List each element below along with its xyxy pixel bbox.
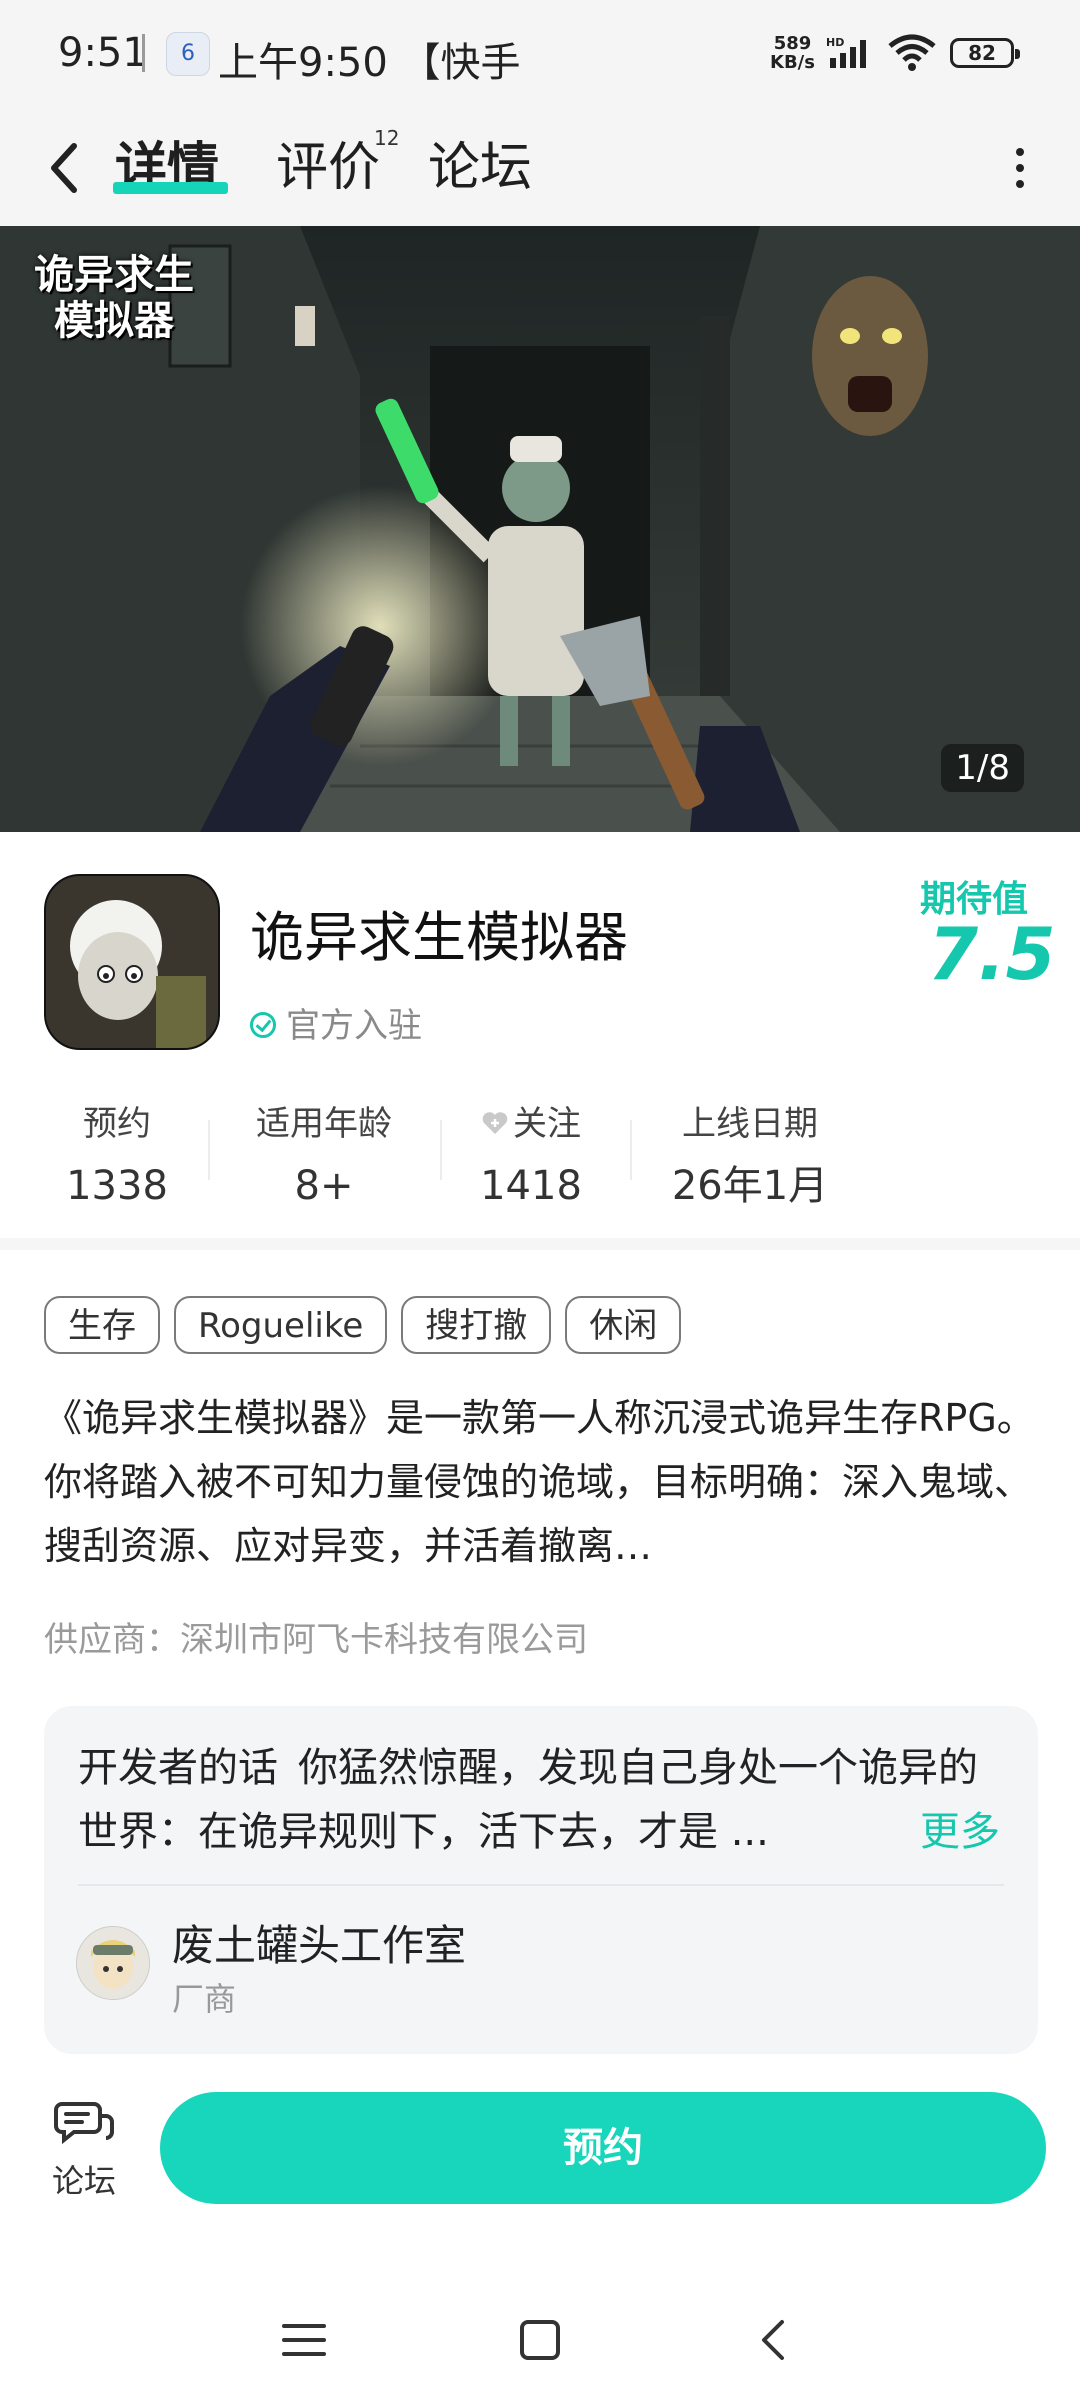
stats-row: 预约 1338 适用年龄 8+ 关注 1418 上线日期 26年1月 xyxy=(0,1098,1080,1208)
more-options-icon[interactable] xyxy=(1000,138,1040,198)
developer-role: 厂商 xyxy=(172,1980,237,2018)
supplier-info: 供应商：深圳市阿飞卡科技有限公司 xyxy=(44,1620,588,1660)
verified-check-icon xyxy=(250,1011,276,1038)
app-icon-art xyxy=(46,876,218,1048)
tab-details[interactable]: 详情 xyxy=(115,128,219,208)
tab-forum[interactable]: 论坛 xyxy=(428,128,532,208)
expect-value: 7.5 xyxy=(928,912,1056,996)
stat-release-date: 上线日期 26年1月 xyxy=(660,1098,840,1208)
stat-reservations: 预约 1338 xyxy=(62,1098,172,1208)
stat-value: 1338 xyxy=(66,1163,168,1208)
stat-value: 26年1月 xyxy=(671,1163,829,1208)
forum-chat-icon xyxy=(54,2102,114,2145)
tab-reviews[interactable]: 评价 xyxy=(276,128,380,208)
stat-followers[interactable]: 关注 1418 xyxy=(466,1098,596,1208)
battery-indicator: 82 xyxy=(950,38,1020,68)
stat-label: 上线日期 xyxy=(682,1104,818,1144)
system-nav-bar xyxy=(0,2290,1080,2400)
active-tab-indicator xyxy=(113,182,228,194)
back-arrow-icon[interactable] xyxy=(40,128,90,208)
app-icon xyxy=(44,874,220,1050)
forum-button[interactable]: 论坛 xyxy=(42,2098,126,2202)
network-speed: 589 KB/s xyxy=(770,33,815,73)
tag[interactable]: Roguelike xyxy=(174,1296,388,1354)
stat-divider xyxy=(440,1120,442,1180)
stat-label: 关注 xyxy=(466,1098,596,1150)
status-separator xyxy=(142,34,145,72)
tag-list: 生存 Roguelike 搜打撤 休闲 xyxy=(44,1296,695,1358)
tag[interactable]: 休闲 xyxy=(565,1296,682,1354)
more-link[interactable]: 更多 xyxy=(910,1800,1000,1864)
stat-divider xyxy=(208,1120,210,1180)
tag[interactable]: 搜打撤 xyxy=(401,1296,552,1354)
svg-text:HD: HD xyxy=(826,36,844,49)
stat-age: 适用年龄 8+ xyxy=(244,1098,404,1208)
section-separator xyxy=(0,1238,1080,1250)
top-nav: 详情 评价 12 论坛 xyxy=(0,108,1080,226)
stat-label: 预约 xyxy=(83,1104,151,1144)
forum-button-label: 论坛 xyxy=(51,2162,116,2200)
stat-label: 适用年龄 xyxy=(256,1104,392,1144)
home-icon[interactable] xyxy=(510,2310,570,2370)
signal-icon: HD xyxy=(826,36,866,68)
game-description[interactable]: 《诡异求生模拟器》是一款第一人称沉浸式诡异生存RPG。你将踏入被不可知力量侵蚀的… xyxy=(44,1386,1040,1578)
developer-message: 开发者的话 你猛然惊醒，发现自己身处一个诡异的世界：在诡异规则下，活下去，才是 .… xyxy=(78,1736,978,1864)
developer-avatar[interactable] xyxy=(76,1926,150,2000)
card-divider xyxy=(78,1884,1004,1886)
notification-text: 上午9:50 【快手 xyxy=(218,40,521,86)
system-back-icon[interactable] xyxy=(744,2310,804,2370)
reserve-button[interactable]: 预约 xyxy=(160,2092,1046,2204)
tab-reviews-count: 12 xyxy=(374,126,400,150)
stat-value: 1418 xyxy=(480,1163,582,1208)
official-badge-label: 官方入驻 xyxy=(286,1006,422,1046)
status-time: 9:51 xyxy=(58,30,148,76)
hero-banner[interactable]: 诡异求生 模拟器 1/8 xyxy=(0,226,1080,832)
notification-app-icon: 6 xyxy=(166,32,210,76)
tag[interactable]: 生存 xyxy=(44,1296,160,1354)
official-badge: 官方入驻 xyxy=(250,1000,422,1052)
developer-message-label: 开发者的话 xyxy=(78,1745,278,1791)
image-counter: 1/8 xyxy=(941,744,1024,792)
stat-divider xyxy=(630,1120,632,1180)
stat-value: 8+ xyxy=(294,1163,354,1208)
developer-avatar-art xyxy=(77,1927,149,1999)
wifi-icon xyxy=(888,34,936,71)
status-bar: 9:51 6 上午9:50 【快手 589 KB/s HD 82 xyxy=(0,0,1080,108)
hero-game-logo: 诡异求生 模拟器 xyxy=(34,252,194,344)
app-name: 诡异求生模拟器 xyxy=(250,906,628,969)
developer-card[interactable]: 开发者的话 你猛然惊醒，发现自己身处一个诡异的世界：在诡异规则下，活下去，才是 .… xyxy=(44,1706,1038,2054)
heart-plus-icon xyxy=(482,1111,508,1134)
developer-name[interactable]: 废土罐头工作室 xyxy=(172,1912,466,1973)
menu-icon[interactable] xyxy=(274,2310,334,2370)
